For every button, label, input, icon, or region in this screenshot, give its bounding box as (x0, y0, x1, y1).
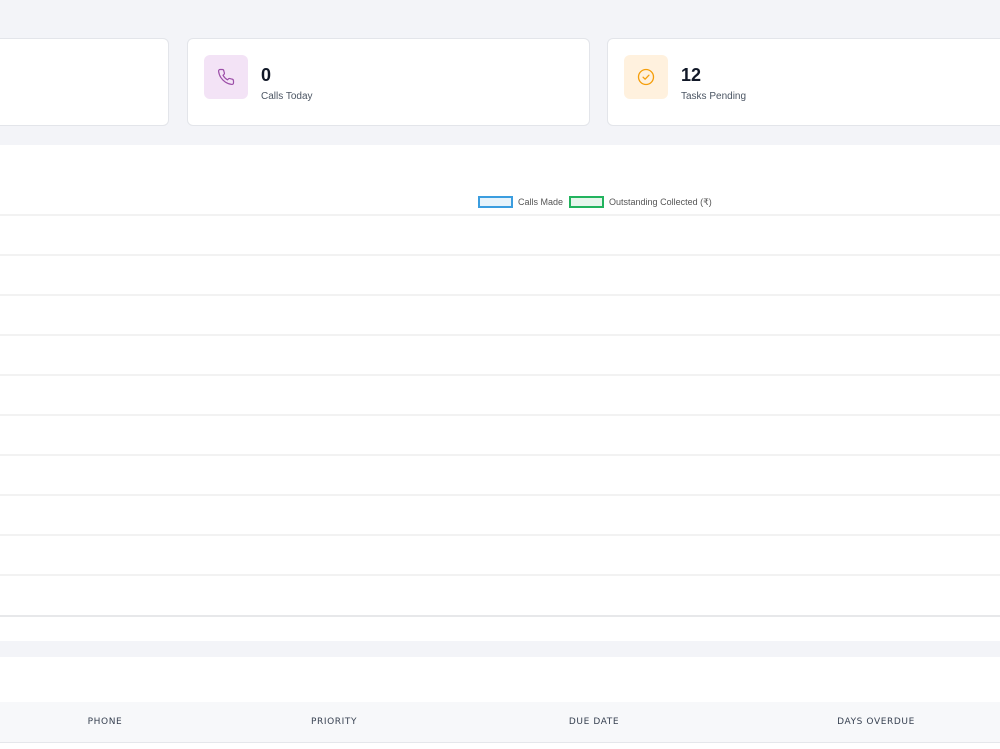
check-icon-box (624, 55, 668, 99)
column-header-phone[interactable]: PHONE (88, 702, 123, 742)
chart-grid (0, 214, 1000, 617)
legend-label-outstanding-collected: Outstanding Collected (₹) (609, 196, 712, 207)
column-header-priority[interactable]: PRIORITY (311, 702, 357, 742)
tasks-pending-value: 12 (681, 65, 702, 85)
phone-icon-box (204, 55, 248, 99)
legend-swatch-outstanding-collected (569, 196, 605, 208)
legend-item-outstanding-collected[interactable]: Outstanding Collected (₹) (569, 196, 712, 208)
phone-icon (217, 68, 235, 86)
column-header-due-date[interactable]: DUE DATE (569, 702, 619, 742)
stat-card-partial (0, 38, 169, 126)
stat-card-calls-today: 0 Calls Today (187, 38, 590, 126)
stat-card-tasks-pending: 12 Tasks Pending (607, 38, 1000, 126)
chart-legend: Calls Made Outstanding Collected (₹) (478, 195, 718, 209)
calls-today-label: Calls Today (261, 91, 313, 102)
legend-label-calls-made: Calls Made (518, 197, 564, 207)
check-circle-icon (637, 68, 655, 86)
column-header-days-overdue[interactable]: DAYS OVERDUE (837, 702, 915, 742)
legend-item-calls-made[interactable]: Calls Made (478, 196, 563, 208)
legend-swatch-calls-made (478, 196, 513, 208)
calls-today-value: 0 (261, 65, 272, 85)
tasks-pending-label: Tasks Pending (681, 91, 747, 102)
table-header: PHONE PRIORITY DUE DATE DAYS OVERDUE (0, 702, 1000, 743)
performance-chart-panel: Calls Made Outstanding Collected (₹) (0, 145, 1000, 641)
tasks-table-panel: PHONE PRIORITY DUE DATE DAYS OVERDUE (0, 657, 1000, 749)
